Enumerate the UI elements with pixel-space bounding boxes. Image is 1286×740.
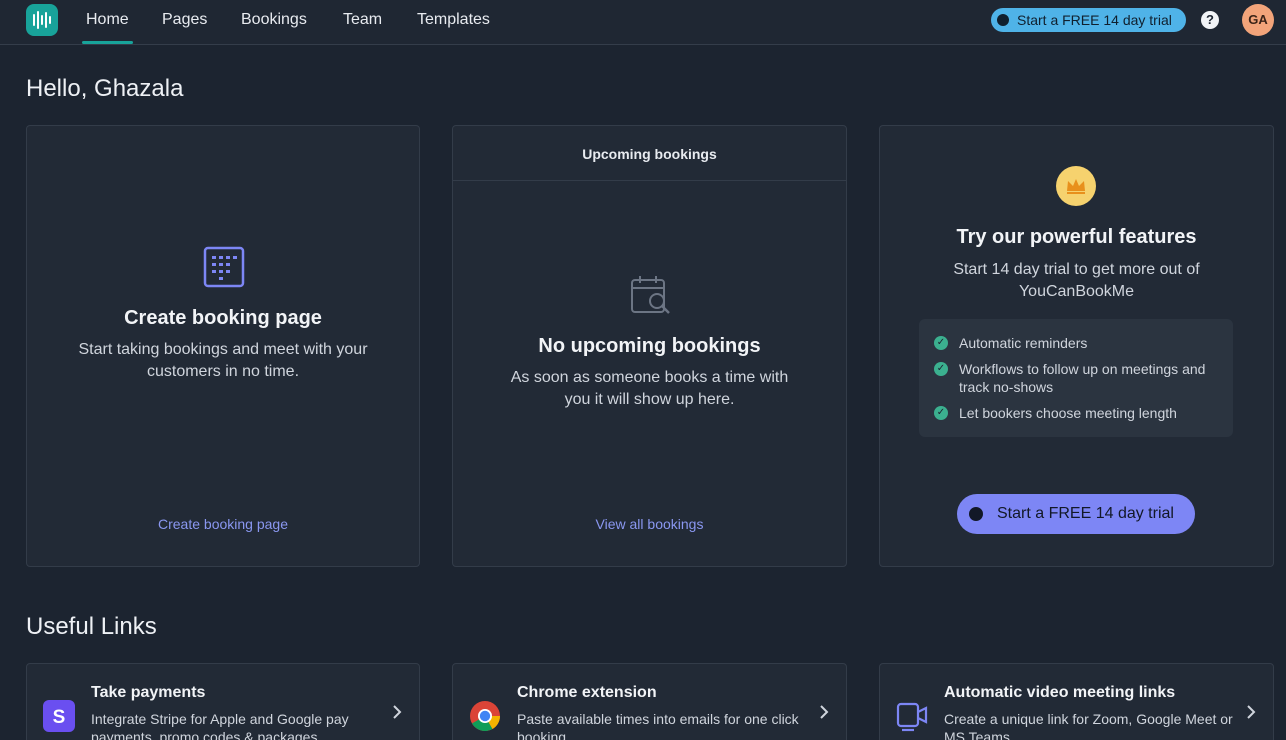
no-upcoming-text: As soon as someone books a time with you…: [510, 369, 789, 408]
chevron-right-icon: [1247, 705, 1256, 719]
link-desc: Integrate Stripe for Apple and Google pa…: [91, 711, 349, 740]
nav-home[interactable]: Home: [82, 0, 133, 44]
chrome-extension-card[interactable]: Chrome extension Paste available times i…: [452, 663, 847, 740]
svg-text:S: S: [53, 707, 66, 728]
feature-item: Automatic reminders: [959, 335, 1088, 351]
trial-features-card: Try our powerful features Start 14 day t…: [879, 125, 1274, 567]
trial-pill-label: Start a FREE 14 day trial: [1017, 12, 1172, 28]
take-payments-card[interactable]: S Take payments Integrate Stripe for App…: [26, 663, 420, 740]
useful-links-heading: Useful Links: [26, 613, 157, 640]
crown-icon: [1056, 166, 1096, 206]
bolt-icon: [997, 14, 1009, 26]
help-icon[interactable]: ?: [1201, 11, 1219, 29]
nav-bookings[interactable]: Bookings: [241, 0, 307, 44]
trial-text: Start 14 day trial to get more out of Yo…: [953, 261, 1200, 300]
link-title: Automatic video meeting links: [944, 684, 1176, 701]
link-title: Chrome extension: [517, 684, 657, 701]
start-trial-button[interactable]: Start a FREE 14 day trial: [957, 494, 1195, 534]
nav-pages[interactable]: Pages: [162, 0, 207, 44]
chevron-right-icon: [393, 705, 402, 719]
check-icon: ✓: [934, 362, 948, 376]
no-upcoming-title: No upcoming bookings: [538, 335, 761, 357]
create-booking-link[interactable]: Create booking page: [27, 516, 419, 532]
video-icon: [896, 700, 928, 732]
page-greeting: Hello, Ghazala: [26, 75, 184, 102]
chevron-right-icon: [820, 705, 829, 719]
nav-team[interactable]: Team: [343, 0, 382, 44]
upcoming-bookings-card: Upcoming bookings No upcoming bookings A…: [452, 125, 847, 567]
nav-templates[interactable]: Templates: [417, 0, 490, 44]
start-trial-label: Start a FREE 14 day trial: [997, 505, 1174, 522]
link-desc: Create a unique link for Zoom, Google Me…: [944, 711, 1233, 740]
trial-title: Try our powerful features: [956, 226, 1197, 248]
upcoming-bookings-header: Upcoming bookings: [453, 126, 846, 181]
link-desc: Paste available times into emails for on…: [517, 711, 799, 740]
video-links-card[interactable]: Automatic video meeting links Create a u…: [879, 663, 1274, 740]
create-booking-text: Start taking bookings and meet with your…: [78, 341, 368, 380]
link-title: Take payments: [91, 684, 206, 701]
check-icon: ✓: [934, 406, 948, 420]
booking-page-icon: [203, 246, 245, 288]
avatar[interactable]: GA: [1242, 4, 1274, 36]
start-trial-pill-button[interactable]: Start a FREE 14 day trial: [991, 8, 1186, 32]
create-booking-title: Create booking page: [124, 307, 322, 329]
calendar-search-icon: [630, 274, 672, 316]
create-booking-card: Create booking page Start taking booking…: [26, 125, 420, 567]
chrome-icon: [469, 700, 501, 732]
view-all-bookings-link[interactable]: View all bookings: [453, 516, 846, 532]
youcanbookme-logo-icon[interactable]: [26, 4, 58, 36]
feature-list: ✓ Automatic reminders ✓ Workflows to fol…: [919, 319, 1233, 437]
bolt-icon: [969, 507, 983, 521]
feature-item: Let bookers choose meeting length: [959, 405, 1177, 421]
top-nav: Home Pages Bookings Team Templates Start…: [0, 0, 1286, 45]
stripe-icon: S: [43, 700, 75, 732]
feature-item: Workflows to follow up on meetings and t…: [959, 361, 1206, 395]
check-icon: ✓: [934, 336, 948, 350]
